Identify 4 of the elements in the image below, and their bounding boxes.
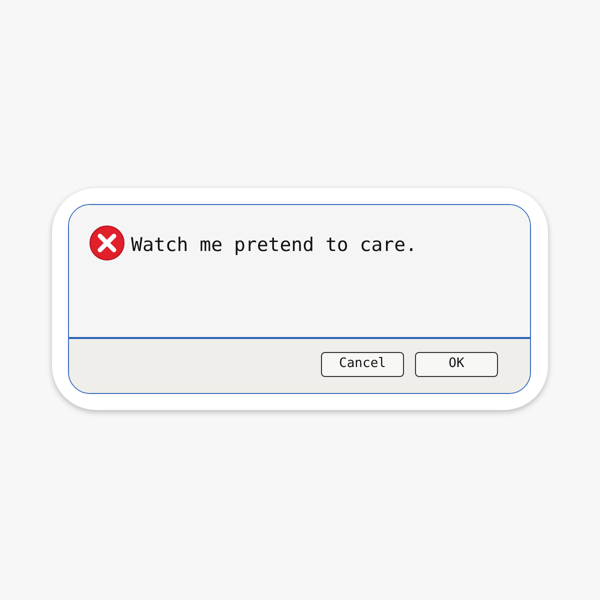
error-icon — [89, 225, 125, 261]
ok-button[interactable]: OK — [415, 352, 498, 376]
cancel-button[interactable]: Cancel — [321, 352, 404, 376]
dialog-message: Watch me pretend to care. — [131, 233, 417, 258]
